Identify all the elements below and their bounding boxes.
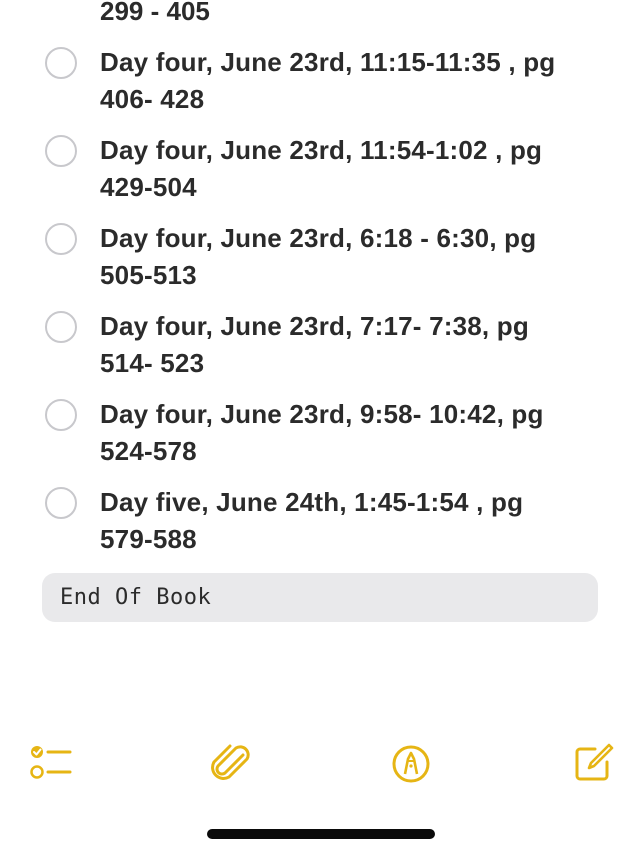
paperclip-icon	[211, 744, 250, 780]
checkbox-unchecked[interactable]	[45, 399, 77, 431]
checklist-item-line2: 406- 428	[100, 84, 205, 114]
partial-checklist-text: 299 - 405	[100, 0, 210, 26]
markup-button[interactable]	[383, 735, 439, 791]
checkbox-unchecked[interactable]	[45, 47, 77, 79]
home-indicator[interactable]	[207, 829, 435, 839]
checklist-item-line1: Day four, June 23rd, 7:17- 7:38, pg	[100, 311, 529, 341]
checklist-item-line1: Day four, June 23rd, 9:58- 10:42, pg	[100, 399, 544, 429]
checklist-item-text[interactable]: Day four, June 23rd, 9:58- 10:42, pg 524…	[100, 396, 600, 470]
checklist-item[interactable]: Day four, June 23rd, 9:58- 10:42, pg 524…	[0, 396, 640, 476]
checklist-item-text[interactable]: Day four, June 23rd, 7:17- 7:38, pg 514-…	[100, 308, 600, 382]
checklist-icon	[30, 746, 72, 779]
checklist-item[interactable]: Day five, June 24th, 1:45-1:54 , pg 579-…	[0, 484, 640, 564]
checklist-item-text[interactable]: Day four, June 23rd, 11:54-1:02 , pg 429…	[100, 132, 600, 206]
checklist-item-line1: Day four, June 23rd, 6:18 - 6:30, pg	[100, 223, 537, 253]
checklist-item-text[interactable]: Day four, June 23rd, 6:18 - 6:30, pg 505…	[100, 220, 600, 294]
checkbox-unchecked[interactable]	[45, 487, 77, 519]
compose-button[interactable]	[565, 735, 621, 791]
checklist-item-line2: 524-578	[100, 436, 197, 466]
checklist-item-text[interactable]: Day four, June 23rd, 11:15-11:35 , pg 40…	[100, 44, 600, 118]
compose-icon	[575, 743, 614, 781]
bottom-toolbar	[0, 735, 640, 795]
checkbox-unchecked[interactable]	[45, 223, 77, 255]
checkbox-unchecked[interactable]	[45, 311, 77, 343]
checklist-item-line2: 579-588	[100, 524, 197, 554]
checklist-item-text[interactable]: Day five, June 24th, 1:45-1:54 , pg 579-…	[100, 484, 600, 558]
checklist-item-line1: Day four, June 23rd, 11:15-11:35 , pg	[100, 47, 556, 77]
checklist-item[interactable]: Day four, June 23rd, 6:18 - 6:30, pg 505…	[0, 220, 640, 300]
checklist-item[interactable]: Day four, June 23rd, 11:15-11:35 , pg 40…	[0, 44, 640, 124]
checklist-item-line2: 505-513	[100, 260, 197, 290]
checklist-item-line1: Day five, June 24th, 1:45-1:54 , pg	[100, 487, 524, 517]
checklist-item-line2: 429-504	[100, 172, 197, 202]
checklist-item-line2: 514- 523	[100, 348, 205, 378]
checklist-item[interactable]: Day four, June 23rd, 11:54-1:02 , pg 429…	[0, 132, 640, 212]
checklist-item[interactable]: Day four, June 23rd, 7:17- 7:38, pg 514-…	[0, 308, 640, 388]
checklist-item-line1: Day four, June 23rd, 11:54-1:02 , pg	[100, 135, 543, 165]
monospaced-block[interactable]: End Of Book	[42, 573, 598, 622]
checkbox-unchecked[interactable]	[45, 135, 77, 167]
checklist-button[interactable]	[24, 735, 80, 791]
markup-pen-icon	[392, 745, 430, 783]
attachment-button[interactable]	[203, 735, 259, 791]
